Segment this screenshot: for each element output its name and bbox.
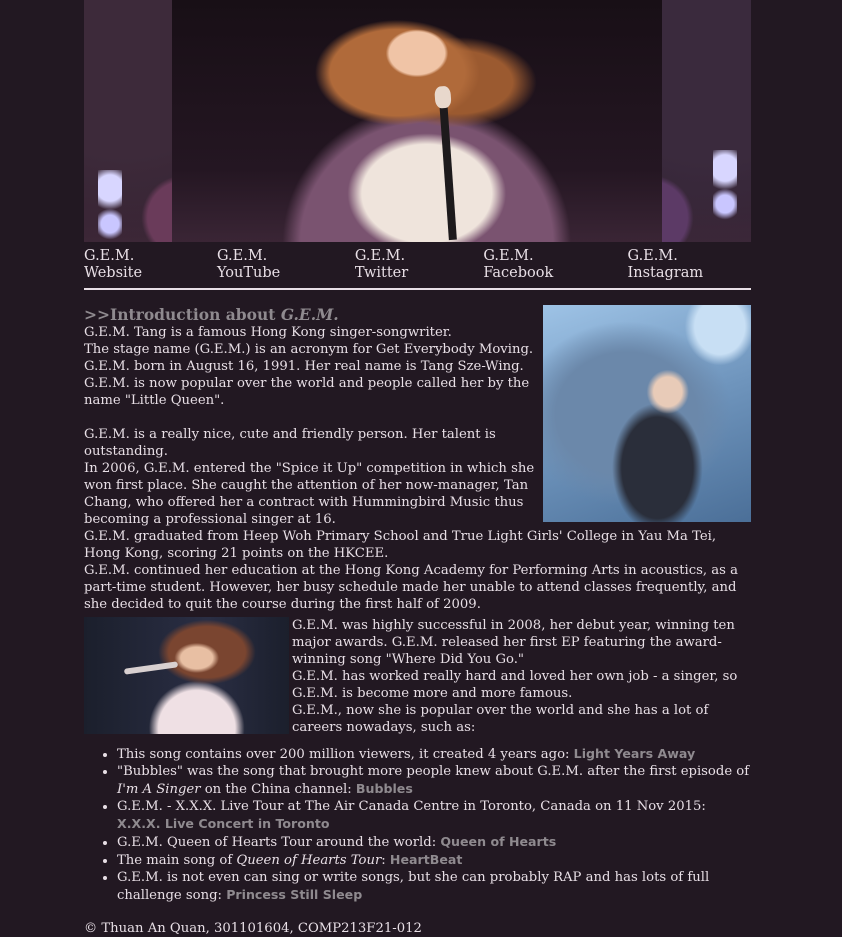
hero-banner-image	[84, 0, 751, 242]
list-item: This song contains over 200 million view…	[117, 745, 751, 763]
song-list: This song contains over 200 million view…	[84, 745, 751, 904]
song-link[interactable]: X.X.X. Live Concert in Toronto	[117, 816, 330, 831]
bio-line-3: G.E.M. graduated from Heep Woh Primary S…	[84, 529, 717, 561]
concert-photo-right	[543, 305, 751, 522]
bio-line-4: G.E.M. continued her education at the Ho…	[84, 563, 738, 612]
heading-text: Introduction about	[109, 305, 281, 324]
singer-photo-left	[84, 617, 289, 734]
list-item: G.E.M. is not even can sing or write son…	[117, 869, 751, 904]
nav-link-facebook[interactable]: G.E.M. Facebook	[483, 248, 601, 282]
nav-link-website[interactable]: G.E.M. Website	[84, 248, 191, 282]
list-item: G.E.M. - X.X.X. Live Tour at The Air Can…	[117, 798, 751, 833]
song-link[interactable]: Princess Still Sleep	[226, 887, 362, 902]
footer-copyright: © Thuan An Quan, 301101604, COMP213F21-0…	[84, 921, 422, 936]
top-nav: G.E.M. Website G.E.M. YouTube G.E.M. Twi…	[84, 242, 751, 288]
song-link[interactable]: Queen of Hearts	[440, 834, 556, 849]
heading-name: G.E.M.	[280, 305, 339, 324]
nav-link-instagram[interactable]: G.E.M. Instagram	[628, 248, 752, 282]
stage-lights-right	[713, 150, 737, 240]
list-item: "Bubbles" was the song that brought more…	[117, 763, 751, 798]
song-link[interactable]: Light Years Away	[574, 746, 696, 761]
list-item: G.E.M. Queen of Hearts Tour around the w…	[117, 833, 751, 851]
list-item: The main song of Queen of Hearts Tour: H…	[117, 851, 751, 869]
song-link[interactable]: HeartBeat	[390, 852, 462, 867]
nav-link-twitter[interactable]: G.E.M. Twitter	[355, 248, 458, 282]
nav-link-youtube[interactable]: G.E.M. YouTube	[217, 248, 329, 282]
heading-prefix: >>	[84, 305, 110, 324]
nav-divider	[84, 288, 751, 290]
page-wrapper: G.E.M. Website G.E.M. YouTube G.E.M. Twi…	[84, 0, 751, 937]
singer-photo	[172, 0, 662, 242]
stage-lights-left	[98, 170, 122, 242]
song-link[interactable]: Bubbles	[356, 781, 413, 796]
